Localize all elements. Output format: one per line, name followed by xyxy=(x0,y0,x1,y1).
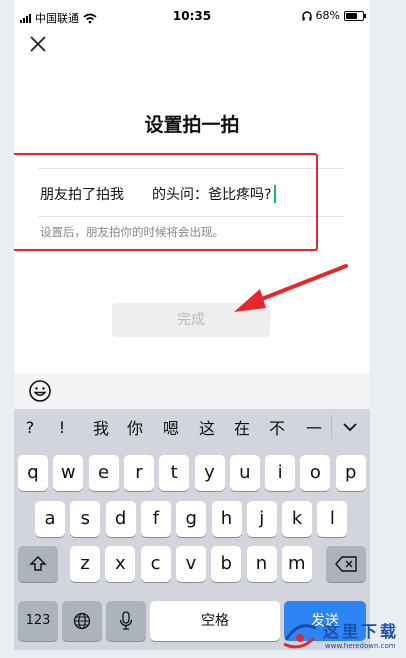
key-w[interactable]: w xyxy=(53,455,84,491)
chevron-down-icon[interactable] xyxy=(340,417,360,437)
candidate[interactable]: 一 xyxy=(302,415,326,439)
key-y[interactable]: y xyxy=(194,455,225,491)
candidate[interactable]: 嗯 xyxy=(159,415,183,439)
microphone-icon xyxy=(119,611,133,630)
key-a[interactable]: a xyxy=(35,501,65,537)
watermark-url: www.heredown.com xyxy=(325,642,396,650)
key-i[interactable]: i xyxy=(265,455,296,491)
key-j[interactable]: j xyxy=(246,501,277,537)
numbers-key[interactable]: 123 xyxy=(18,601,58,641)
shift-key[interactable] xyxy=(18,546,58,582)
annotation-arrow xyxy=(234,264,348,312)
candidate[interactable]: 不 xyxy=(265,415,289,439)
candidate-bar: ? ! 我 你 嗯 这 在 不 一 xyxy=(14,409,370,445)
candidate[interactable]: 这 xyxy=(195,415,219,439)
candidate[interactable]: 在 xyxy=(230,415,254,439)
key-d[interactable]: d xyxy=(105,501,136,537)
key-q[interactable]: q xyxy=(18,455,48,491)
key-k[interactable]: k xyxy=(282,501,313,537)
key-s[interactable]: s xyxy=(70,501,101,537)
key-z[interactable]: z xyxy=(70,546,100,582)
globe-icon xyxy=(73,612,91,630)
status-bar: 中国联通 10:35 68% xyxy=(14,0,370,32)
key-g[interactable]: g xyxy=(176,501,207,537)
space-key[interactable]: 空格 xyxy=(150,601,280,641)
key-b[interactable]: b xyxy=(211,546,242,582)
battery-percent: 68% xyxy=(315,9,340,22)
key-p[interactable]: p xyxy=(335,455,366,491)
shift-icon xyxy=(29,556,47,571)
battery-icon xyxy=(344,10,366,21)
watermark-text: 这里下载 xyxy=(323,622,400,641)
key-e[interactable]: e xyxy=(88,455,119,491)
key-f[interactable]: f xyxy=(140,501,171,537)
watermark-logo: 这里下载 www.heredown.com xyxy=(278,612,406,658)
divider xyxy=(331,415,332,439)
logo-icon xyxy=(283,624,317,649)
candidate[interactable]: 我 xyxy=(89,415,113,439)
key-u[interactable]: u xyxy=(229,455,260,491)
headphones-icon xyxy=(301,10,312,20)
key-v[interactable]: v xyxy=(175,546,206,582)
key-c[interactable]: c xyxy=(140,546,171,582)
key-r[interactable]: r xyxy=(123,455,154,491)
key-x[interactable]: x xyxy=(105,546,136,582)
emoji-bar xyxy=(14,373,370,409)
backspace-icon xyxy=(335,556,357,572)
key-n[interactable]: n xyxy=(246,546,277,582)
annotation-box xyxy=(14,153,318,251)
key-o[interactable]: o xyxy=(300,455,331,491)
emoji-icon[interactable] xyxy=(28,379,52,403)
backspace-key[interactable] xyxy=(326,546,366,582)
microphone-key[interactable] xyxy=(106,601,146,641)
key-m[interactable]: m xyxy=(281,546,312,582)
page-title: 设置拍一拍 xyxy=(144,114,240,136)
globe-key[interactable] xyxy=(62,601,102,641)
phone-screen: 中国联通 10:35 68% 设置拍一拍 朋友拍了拍我 的头问：爸比疼吗? 设置… xyxy=(14,0,370,650)
candidate[interactable]: ! xyxy=(50,418,74,437)
key-h[interactable]: h xyxy=(211,501,242,537)
candidate[interactable]: ? xyxy=(18,418,42,437)
candidate[interactable]: 你 xyxy=(123,415,147,439)
close-icon[interactable] xyxy=(26,32,50,56)
key-t[interactable]: t xyxy=(159,455,190,491)
key-l[interactable]: l xyxy=(317,501,348,537)
